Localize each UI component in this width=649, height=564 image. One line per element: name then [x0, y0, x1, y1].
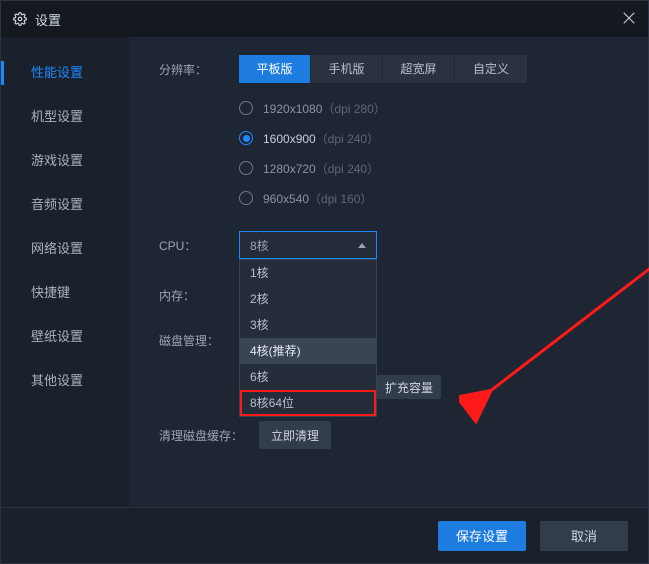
- cpu-option-1[interactable]: 1核: [240, 260, 376, 286]
- label-clear-cache: 清理磁盘缓存：: [159, 421, 259, 444]
- chevron-up-icon: [358, 243, 366, 248]
- cpu-select: 8核 1核 2核 3核 4核(推荐) 6核 8核64位: [239, 231, 377, 259]
- label-cpu: CPU：: [159, 231, 239, 254]
- radio-dot-icon: [239, 161, 253, 175]
- seg-custom[interactable]: 自定义: [455, 55, 527, 83]
- cpu-option-4-recommended[interactable]: 4核(推荐): [240, 338, 376, 364]
- sidebar-item-label: 性能设置: [31, 65, 83, 80]
- sidebar: 性能设置 机型设置 游戏设置 音频设置 网络设置 快捷键 壁纸设置 其他设置: [1, 37, 129, 563]
- cpu-option-8-64bit[interactable]: 8核64位: [240, 390, 376, 416]
- cpu-select-value: 8核: [250, 237, 269, 254]
- sidebar-item-other[interactable]: 其他设置: [1, 359, 129, 403]
- expand-capacity-button[interactable]: 扩充容量: [377, 375, 441, 399]
- radio-1920x1080[interactable]: 1920x1080（dpi 280）: [239, 97, 527, 119]
- row-resolution: 分辨率： 平板版 手机版 超宽屏 自定义 1920x1080（dpi 280）: [159, 55, 624, 209]
- settings-window: 设置 性能设置 机型设置 游戏设置 音频设置 网络设置 快捷键 壁纸设置 其他设…: [0, 0, 649, 564]
- footer: 保存设置 取消: [1, 507, 648, 563]
- radio-960x540[interactable]: 960x540（dpi 160）: [239, 187, 527, 209]
- radio-1600x900[interactable]: 1600x900（dpi 240）: [239, 127, 527, 149]
- sidebar-item-label: 壁纸设置: [31, 329, 83, 344]
- body: 性能设置 机型设置 游戏设置 音频设置 网络设置 快捷键 壁纸设置 其他设置 分…: [1, 37, 648, 563]
- sidebar-item-label: 音频设置: [31, 197, 83, 212]
- sidebar-item-performance[interactable]: 性能设置: [1, 51, 129, 95]
- cpu-option-3[interactable]: 3核: [240, 312, 376, 338]
- sidebar-item-label: 机型设置: [31, 109, 83, 124]
- sidebar-item-network[interactable]: 网络设置: [1, 227, 129, 271]
- radio-dot-icon: [239, 191, 253, 205]
- sidebar-item-device[interactable]: 机型设置: [1, 95, 129, 139]
- close-icon[interactable]: [620, 9, 638, 27]
- sidebar-item-label: 网络设置: [31, 241, 83, 256]
- radio-dot-icon: [239, 101, 253, 115]
- cpu-select-header[interactable]: 8核: [239, 231, 377, 259]
- resolution-segmented: 平板版 手机版 超宽屏 自定义: [239, 55, 527, 83]
- row-disk: 磁盘管理：: [159, 326, 624, 349]
- main-panel: 分辨率： 平板版 手机版 超宽屏 自定义 1920x1080（dpi 280）: [129, 37, 648, 563]
- resolution-radios: 1920x1080（dpi 280） 1600x900（dpi 240） 128…: [239, 97, 527, 209]
- cancel-button[interactable]: 取消: [540, 521, 628, 551]
- row-disk-options: 手动管理磁盘大小 扩充容量: [159, 375, 624, 399]
- row-cpu: CPU： 8核 1核 2核 3核 4核(推荐) 6核 8核64位: [159, 231, 624, 259]
- sidebar-item-label: 快捷键: [31, 285, 70, 300]
- sidebar-item-game[interactable]: 游戏设置: [1, 139, 129, 183]
- clear-cache-button[interactable]: 立即清理: [259, 421, 331, 449]
- titlebar: 设置: [1, 1, 648, 37]
- sidebar-item-label: 其他设置: [31, 373, 83, 388]
- gear-icon: [13, 12, 27, 26]
- window-title: 设置: [35, 10, 61, 29]
- cpu-option-2[interactable]: 2核: [240, 286, 376, 312]
- label-memory: 内存：: [159, 281, 239, 304]
- row-memory: 内存：: [159, 281, 624, 304]
- label-disk: 磁盘管理：: [159, 326, 239, 349]
- row-clear-cache: 清理磁盘缓存： 立即清理: [159, 421, 624, 449]
- radio-1280x720[interactable]: 1280x720（dpi 240）: [239, 157, 527, 179]
- cpu-option-6[interactable]: 6核: [240, 364, 376, 390]
- sidebar-item-audio[interactable]: 音频设置: [1, 183, 129, 227]
- seg-tablet[interactable]: 平板版: [239, 55, 311, 83]
- sidebar-item-shortcut[interactable]: 快捷键: [1, 271, 129, 315]
- sidebar-item-label: 游戏设置: [31, 153, 83, 168]
- label-resolution: 分辨率：: [159, 55, 239, 78]
- seg-phone[interactable]: 手机版: [311, 55, 383, 83]
- cpu-select-dropdown: 1核 2核 3核 4核(推荐) 6核 8核64位: [239, 259, 377, 417]
- save-button[interactable]: 保存设置: [438, 521, 526, 551]
- resolution-controls: 平板版 手机版 超宽屏 自定义 1920x1080（dpi 280）: [239, 55, 527, 209]
- radio-dot-icon: [239, 131, 253, 145]
- seg-ultrawide[interactable]: 超宽屏: [383, 55, 455, 83]
- sidebar-item-wallpaper[interactable]: 壁纸设置: [1, 315, 129, 359]
